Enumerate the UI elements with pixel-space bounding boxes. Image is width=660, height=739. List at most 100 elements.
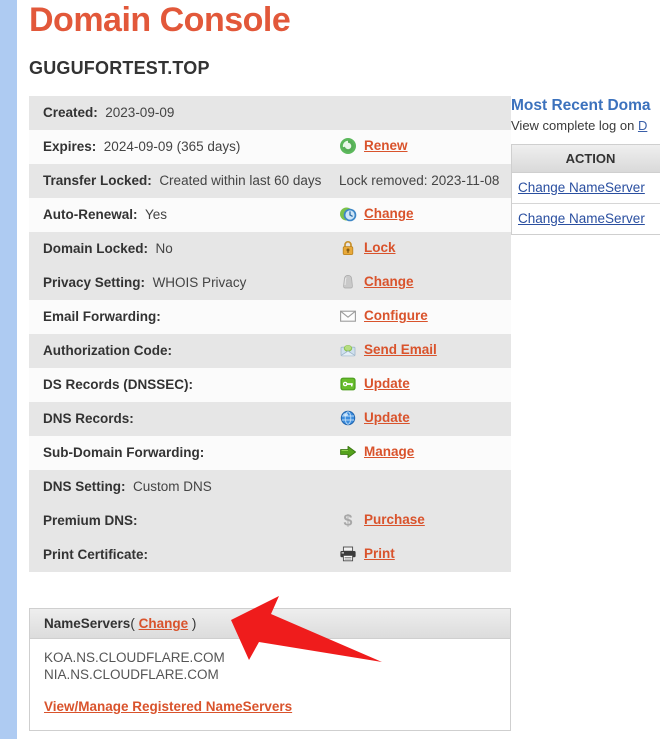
recent-activity-panel: Most Recent Doma View complete log on D … [511, 96, 660, 235]
view-manage-nameservers-link[interactable]: View/Manage Registered NameServers [44, 699, 292, 714]
info-row: Email Forwarding: Configure [29, 300, 511, 334]
nameservers-heading-label: NameServers [44, 616, 131, 631]
domain-name-heading: GUGUFORTEST.TOP [29, 58, 210, 78]
info-row-action-cell: Send Email [339, 334, 511, 366]
envelope-icon [339, 307, 357, 325]
info-row: Sub-Domain Forwarding: Manage [29, 436, 511, 470]
send-email-icon [339, 341, 357, 359]
shield-icon [339, 273, 357, 291]
info-row-label-cell: Domain Locked: No [29, 232, 339, 266]
action-link[interactable]: Send Email [364, 342, 437, 358]
clock-icon [339, 205, 357, 223]
info-row-action-cell: Update [339, 402, 511, 434]
info-row-label-cell: Email Forwarding: [29, 300, 339, 334]
info-row-label: Print Certificate: [43, 547, 149, 562]
info-row-action-cell: Manage [339, 436, 511, 468]
nameservers-change-link[interactable]: Change [139, 616, 189, 631]
info-row-label-cell: Expires: 2024-09-09 (365 days) [29, 130, 339, 164]
info-row: Privacy Setting: WHOIS Privacy Change [29, 266, 511, 300]
nameserver-list: KOA.NS.CLOUDFLARE.COM NIA.NS.CLOUDFLARE.C… [44, 649, 510, 683]
info-row-label-cell: DNS Records: [29, 402, 339, 436]
info-row: Created: 2023-09-09 [29, 96, 511, 130]
left-blue-rail [0, 0, 17, 739]
page-title: Domain Console [29, 1, 291, 39]
action-link[interactable]: Change [364, 274, 414, 290]
recent-activity-subtitle: View complete log on D [511, 117, 660, 135]
info-row-action-cell: $ Purchase [339, 504, 511, 536]
globe-icon [339, 409, 357, 427]
info-row-label-cell: Auto-Renewal: Yes [29, 198, 339, 232]
info-row-label-cell: Privacy Setting: WHOIS Privacy [29, 266, 339, 300]
recent-activity-row: Change NameServer [512, 204, 660, 234]
info-row-action-cell [339, 470, 511, 484]
info-row-label: Transfer Locked: [43, 173, 152, 188]
svg-text:$: $ [344, 513, 353, 529]
info-row-action-text: Lock removed: 2023-11-08 [339, 173, 500, 188]
recent-activity-table: ACTION Change NameServer Change NameServe… [511, 144, 660, 235]
info-row-label: DNS Setting: [43, 479, 126, 494]
info-row-action-cell: Print [339, 538, 511, 570]
info-row: Premium DNS: $ Purchase [29, 504, 511, 538]
info-row-label: Email Forwarding: [43, 309, 161, 324]
info-row-label: Authorization Code: [43, 343, 172, 358]
info-row-label: Created: [43, 105, 98, 120]
printer-icon [339, 545, 357, 563]
info-row-label: DNS Records: [43, 411, 134, 426]
recent-activity-log-link[interactable]: D [638, 118, 647, 133]
info-row-label-cell: Sub-Domain Forwarding: [29, 436, 339, 470]
info-row-label-cell: Transfer Locked: Created within last 60 … [29, 164, 339, 198]
nameserver-entry: KOA.NS.CLOUDFLARE.COM [44, 650, 225, 665]
info-row: DS Records (DNSSEC): Update [29, 368, 511, 402]
paren-open: ( [130, 616, 139, 631]
paren-close: ) [188, 616, 197, 631]
info-row-label-cell: Authorization Code: [29, 334, 339, 368]
info-row-action-cell [339, 96, 511, 110]
page-container: Domain Console GUGUFORTEST.TOP Created: … [17, 0, 660, 739]
info-row-label: Premium DNS: [43, 513, 138, 528]
action-link[interactable]: Print [364, 546, 395, 562]
info-row-label: Sub-Domain Forwarding: [43, 445, 205, 460]
action-link[interactable]: Renew [364, 138, 408, 154]
recent-activity-rows: Change NameServer Change NameServer [512, 173, 660, 234]
info-row-action-cell: Renew [339, 130, 511, 162]
info-row-value: No [155, 241, 173, 256]
action-link[interactable]: Configure [364, 308, 428, 324]
recent-activity-title: Most Recent Doma [511, 97, 651, 114]
info-row-value: Yes [145, 207, 168, 222]
nameservers-panel-header: NameServers( Change ) [30, 609, 510, 639]
renew-icon [339, 137, 357, 155]
action-link[interactable]: Manage [364, 444, 414, 460]
recent-activity-row: Change NameServer [512, 173, 660, 204]
info-row-label-cell: Premium DNS: [29, 504, 339, 538]
action-link[interactable]: Update [364, 410, 410, 426]
info-row: DNS Records: Update [29, 402, 511, 436]
recent-activity-column-header: ACTION [512, 145, 660, 173]
info-row: DNS Setting: Custom DNS [29, 470, 511, 504]
info-row-action-cell: Lock [339, 232, 511, 264]
info-row-action-cell: Update [339, 368, 511, 400]
info-row-label-cell: Created: 2023-09-09 [29, 96, 339, 130]
info-row-value: 2024-09-09 (365 days) [103, 139, 241, 154]
info-row-action-cell: Lock removed: 2023-11-08 [339, 164, 511, 196]
arrow-right-icon [339, 443, 357, 461]
change-nameserver-link[interactable]: Change NameServer [518, 211, 645, 226]
action-link[interactable]: Update [364, 376, 410, 392]
info-row-value: 2023-09-09 [105, 105, 175, 120]
change-nameserver-link[interactable]: Change NameServer [518, 180, 645, 195]
info-row-label-cell: DS Records (DNSSEC): [29, 368, 339, 402]
info-row: Domain Locked: No Lock [29, 232, 511, 266]
nameservers-panel-body: KOA.NS.CLOUDFLARE.COM NIA.NS.CLOUDFLARE.C… [30, 639, 510, 730]
action-link[interactable]: Purchase [364, 512, 425, 528]
action-link[interactable]: Change [364, 206, 414, 222]
info-row: Auto-Renewal: Yes Change [29, 198, 511, 232]
action-link[interactable]: Lock [364, 240, 396, 256]
info-row-value: WHOIS Privacy [152, 275, 247, 290]
info-row-label: Domain Locked: [43, 241, 149, 256]
info-row-action-cell: Change [339, 198, 511, 230]
domain-info-table: Created: 2023-09-09 Expires: 2024-09-09 (… [29, 96, 511, 572]
info-row: Expires: 2024-09-09 (365 days) Renew [29, 130, 511, 164]
info-row-label-cell: Print Certificate: [29, 538, 339, 572]
key-icon [339, 375, 357, 393]
nameservers-panel: NameServers( Change ) KOA.NS.CLOUDFLARE.… [29, 608, 511, 731]
lock-icon [339, 239, 357, 257]
